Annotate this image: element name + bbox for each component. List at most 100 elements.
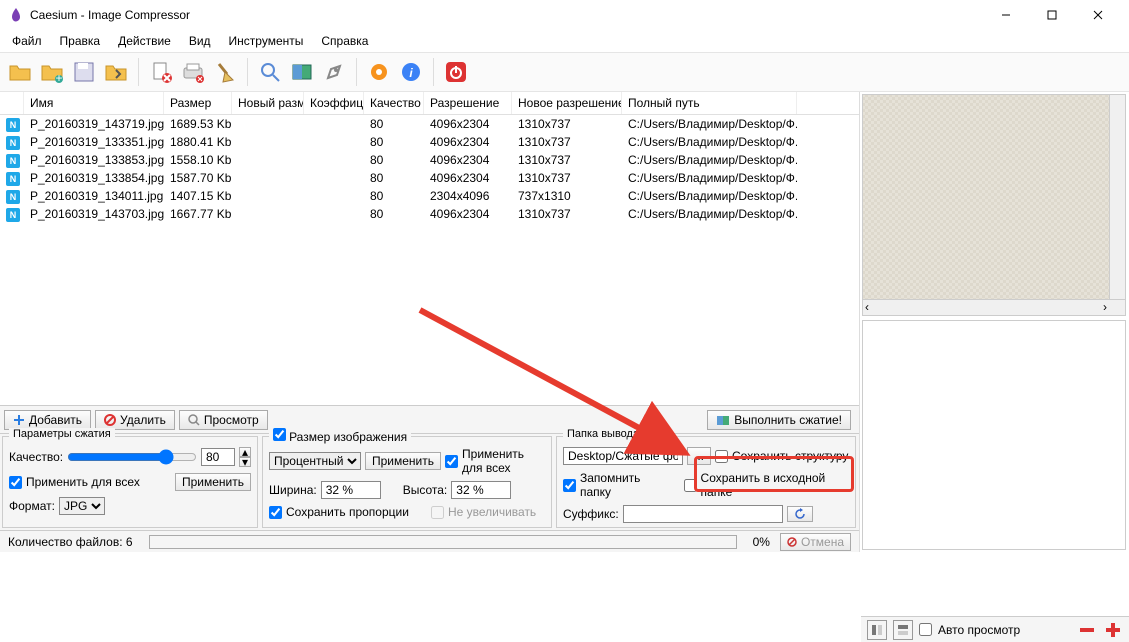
col-quality[interactable]: Качество	[364, 92, 424, 114]
quality-value[interactable]	[201, 448, 235, 466]
suffix-revert-button[interactable]	[787, 506, 813, 522]
cell-res: 4096x2304	[424, 170, 512, 186]
quality-down-button[interactable]: ▾	[239, 457, 251, 467]
cell-res: 4096x2304	[424, 152, 512, 168]
menu-edit[interactable]: Правка	[52, 32, 109, 50]
cell-quality: 80	[364, 206, 424, 222]
menu-file[interactable]: Файл	[4, 32, 50, 50]
cell-quality: 80	[364, 134, 424, 150]
suffix-input[interactable]	[623, 505, 783, 523]
cell-path: C:/Users/Владимир/Desktop/Ф...	[622, 152, 797, 168]
preview-after-panel	[862, 320, 1126, 550]
preview-scroll-v[interactable]	[1109, 95, 1125, 299]
cell-res: 4096x2304	[424, 134, 512, 150]
open-folder-plus-icon[interactable]: +	[38, 58, 66, 86]
menu-view[interactable]: Вид	[181, 32, 219, 50]
resize-method-select[interactable]: Процентный	[269, 452, 361, 470]
delete-file-icon[interactable]	[147, 58, 175, 86]
no-enlarge-label: Не увеличивать	[448, 505, 536, 519]
new-badge-icon: N	[6, 154, 20, 168]
resize-apply-button[interactable]: Применить	[365, 452, 441, 470]
printer-delete-icon[interactable]	[179, 58, 207, 86]
folder-export-icon[interactable]	[102, 58, 130, 86]
resize-enable-checkbox[interactable]	[273, 428, 286, 441]
col-newsize[interactable]: Новый разм	[232, 92, 304, 114]
zoom-icon[interactable]	[256, 58, 284, 86]
annotation-highlight	[694, 456, 854, 492]
file-count-label: Количество файлов: 6	[8, 535, 133, 549]
cell-size: 1587.70 Kb	[164, 170, 232, 186]
new-badge-icon: N	[6, 118, 20, 132]
cell-newres: 1310x737	[512, 116, 622, 132]
format-select[interactable]: JPG	[59, 497, 105, 515]
arrange-top-button[interactable]	[893, 620, 913, 640]
zoom-out-button[interactable]	[1077, 620, 1097, 640]
output-folder-input[interactable]	[563, 447, 683, 465]
cell-size: 1689.53 Kb	[164, 116, 232, 132]
table-row[interactable]: NP_20160319_134011.jpg1407.15 Kb802304x4…	[0, 187, 859, 205]
progress-bar	[149, 535, 737, 549]
cell-res: 2304x4096	[424, 188, 512, 204]
menu-help[interactable]: Справка	[313, 32, 376, 50]
cell-path: C:/Users/Владимир/Desktop/Ф...	[622, 116, 797, 132]
width-input[interactable]	[321, 481, 381, 499]
compress-button[interactable]: Выполнить сжатие!	[707, 410, 851, 430]
compression-applyall-checkbox[interactable]	[9, 476, 22, 489]
cell-path: C:/Users/Владимир/Desktop/Ф...	[622, 188, 797, 204]
save-icon[interactable]	[70, 58, 98, 86]
table-row[interactable]: NP_20160319_133351.jpg1880.41 Kb804096x2…	[0, 133, 859, 151]
no-enlarge-checkbox	[431, 506, 444, 519]
height-input[interactable]	[451, 481, 511, 499]
cell-size: 1558.10 Kb	[164, 152, 232, 168]
cell-path: C:/Users/Владимир/Desktop/Ф...	[622, 206, 797, 222]
image-compress-icon[interactable]	[288, 58, 316, 86]
quality-label: Качество:	[9, 450, 63, 464]
table-row[interactable]: NP_20160319_133853.jpg1558.10 Kb804096x2…	[0, 151, 859, 169]
maximize-button[interactable]	[1029, 0, 1075, 30]
cancel-button: Отмена	[780, 533, 851, 551]
col-size[interactable]: Размер	[164, 92, 232, 114]
autopreview-label: Авто просмотр	[938, 623, 1020, 637]
resize-applyall-checkbox[interactable]	[445, 455, 458, 468]
zoom-in-button[interactable]	[1103, 620, 1123, 640]
table-header: Имя Размер Новый разм Коэффици Качество …	[0, 92, 859, 115]
table-row[interactable]: NP_20160319_143719.jpg1689.53 Kb804096x2…	[0, 115, 859, 133]
minimize-button[interactable]	[983, 0, 1029, 30]
remember-checkbox[interactable]	[563, 479, 576, 492]
resize-legend: Размер изображения	[289, 430, 407, 444]
add-button[interactable]: Добавить	[4, 410, 91, 430]
preview-panel: ›‹	[862, 94, 1126, 316]
info-icon[interactable]: i	[397, 58, 425, 86]
delete-button[interactable]: Удалить	[95, 410, 175, 430]
format-label: Формат:	[9, 499, 55, 513]
power-icon[interactable]	[442, 58, 470, 86]
keep-proportions-checkbox[interactable]	[269, 506, 282, 519]
compression-apply-button[interactable]: Применить	[175, 473, 251, 491]
arrange-left-button[interactable]	[867, 620, 887, 640]
table-row[interactable]: NP_20160319_133854.jpg1587.70 Kb804096x2…	[0, 169, 859, 187]
preview-button[interactable]: Просмотр	[179, 410, 268, 430]
col-newres[interactable]: Новое разрешение	[512, 92, 622, 114]
cell-newres: 1310x737	[512, 152, 622, 168]
cell-quality: 80	[364, 152, 424, 168]
cell-name: P_20160319_133351.jpg	[24, 134, 164, 150]
menu-tools[interactable]: Инструменты	[221, 32, 312, 50]
open-folder-icon[interactable]	[6, 58, 34, 86]
quality-slider[interactable]	[67, 449, 197, 465]
cell-res: 4096x2304	[424, 116, 512, 132]
col-path[interactable]: Полный путь	[622, 92, 797, 114]
menu-action[interactable]: Действие	[110, 32, 179, 50]
col-res[interactable]: Разрешение	[424, 92, 512, 114]
cell-name: P_20160319_143703.jpg	[24, 206, 164, 222]
settings-icon[interactable]	[320, 58, 348, 86]
gear-orange-icon[interactable]	[365, 58, 393, 86]
autopreview-checkbox[interactable]	[919, 623, 932, 636]
table-row[interactable]: NP_20160319_143703.jpg1667.77 Kb804096x2…	[0, 205, 859, 223]
broom-icon[interactable]	[211, 58, 239, 86]
col-name[interactable]: Имя	[24, 92, 164, 114]
preview-scroll-h[interactable]: ›‹	[863, 299, 1125, 315]
close-button[interactable]	[1075, 0, 1121, 30]
cell-path: C:/Users/Владимир/Desktop/Ф...	[622, 134, 797, 150]
cell-name: P_20160319_143719.jpg	[24, 116, 164, 132]
col-ratio[interactable]: Коэффици	[304, 92, 364, 114]
